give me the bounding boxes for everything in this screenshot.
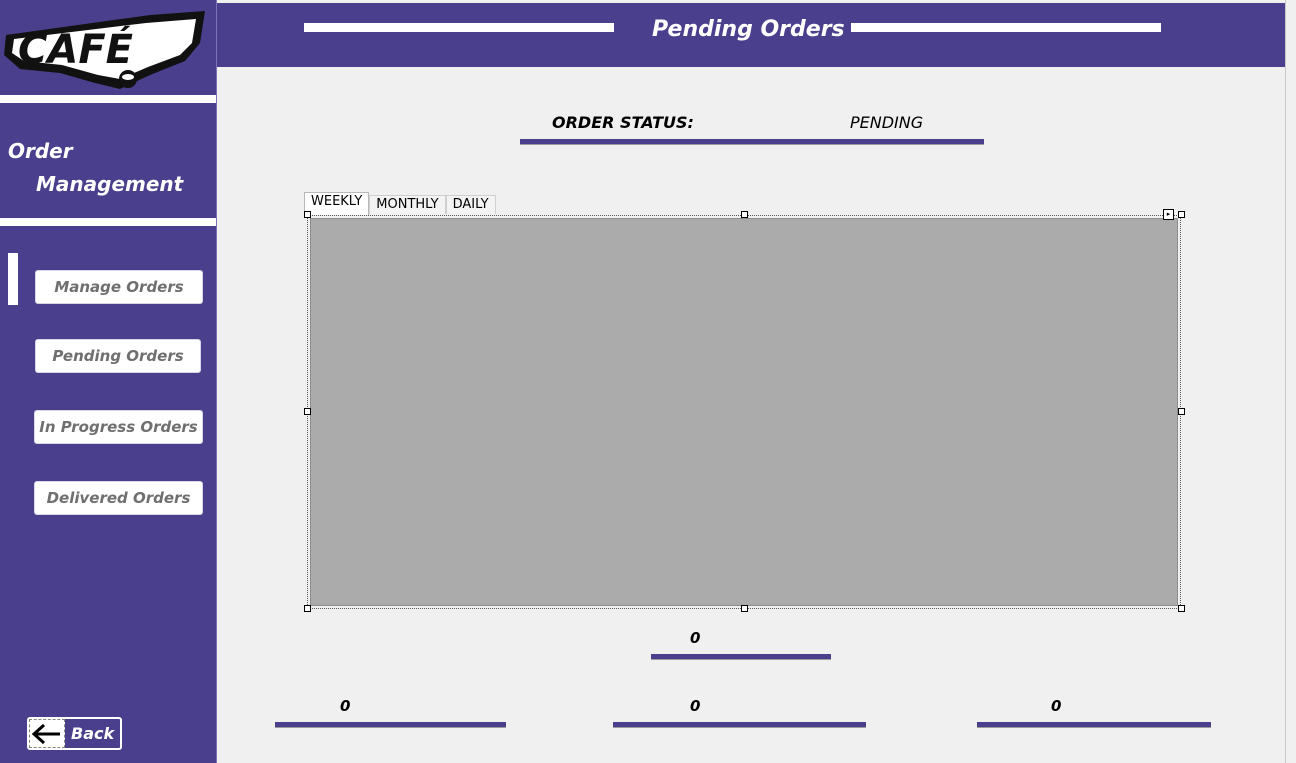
- cafe-logo: CAFÉ: [4, 11, 205, 89]
- tab-page-content[interactable]: [310, 218, 1178, 606]
- page-title: Pending Orders: [652, 17, 845, 42]
- sidebar-title-line1: Order: [8, 139, 73, 163]
- resize-handle-top-right[interactable]: [1178, 211, 1185, 218]
- in-progress-orders-button[interactable]: In Progress Orders: [34, 410, 203, 444]
- pending-orders-button[interactable]: Pending Orders: [35, 339, 201, 373]
- tab-daily[interactable]: DAILY: [445, 195, 496, 214]
- right-count-underline: [977, 722, 1211, 728]
- total-count-value: 0: [690, 629, 701, 647]
- sidebar-divider-top: [0, 95, 216, 103]
- middle-count-underline: [613, 722, 866, 728]
- resize-handle-bottom-left[interactable]: [304, 605, 311, 612]
- back-button-label: Back: [71, 724, 115, 743]
- smart-tag-arrow-icon[interactable]: ▸: [1163, 209, 1174, 220]
- left-count-value: 0: [340, 697, 351, 715]
- right-count-value: 0: [1051, 697, 1062, 715]
- status-underline: [520, 139, 984, 145]
- resize-handle-bottom[interactable]: [741, 605, 748, 612]
- manage-orders-button[interactable]: Manage Orders: [35, 270, 203, 304]
- order-status-label: ORDER STATUS:: [552, 113, 694, 132]
- period-tabs: WEEKLY MONTHLY DAILY: [304, 192, 496, 215]
- total-count-underline: [651, 654, 831, 660]
- middle-count-value: 0: [690, 697, 701, 715]
- sidebar: CAFÉ Order Management Manage Orders Pend…: [0, 0, 217, 763]
- tab-weekly[interactable]: WEEKLY: [304, 192, 370, 215]
- sidebar-title-line2: Management: [36, 172, 184, 196]
- delivered-orders-button[interactable]: Delivered Orders: [34, 481, 203, 515]
- left-count-underline: [275, 722, 506, 728]
- sidebar-divider-bottom: [0, 218, 216, 226]
- resize-handle-right[interactable]: [1178, 408, 1185, 415]
- back-arrow-icon: [29, 719, 65, 748]
- app-window: CAFÉ Order Management Manage Orders Pend…: [0, 0, 1296, 763]
- resize-handle-left[interactable]: [304, 408, 311, 415]
- header-decor-left: [304, 23, 614, 32]
- header-decor-right: [851, 23, 1161, 32]
- order-status-value: PENDING: [850, 113, 924, 132]
- active-nav-indicator: [8, 253, 18, 305]
- tab-monthly[interactable]: MONTHLY: [369, 195, 446, 214]
- resize-handle-top[interactable]: [741, 211, 748, 218]
- logo-text: CAFÉ: [18, 25, 133, 73]
- resize-handle-bottom-right[interactable]: [1178, 605, 1185, 612]
- page-header: Pending Orders: [217, 3, 1285, 67]
- back-button[interactable]: Back: [27, 717, 122, 750]
- window-right-edge: [1285, 0, 1296, 763]
- resize-handle-top-left[interactable]: [304, 211, 311, 218]
